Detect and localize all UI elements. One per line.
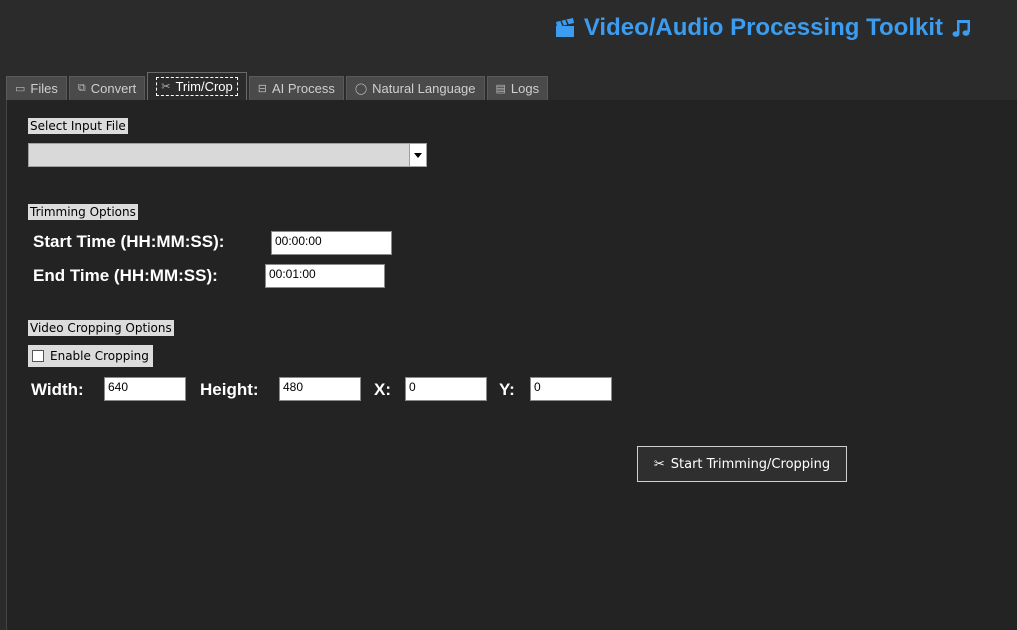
video-cropping-options-label: Video Cropping Options [28,320,174,336]
tab-logs[interactable]: ▤ Logs [486,76,549,100]
trimming-options-label: Trimming Options [28,204,138,220]
end-time-label: End Time (HH:MM:SS): [33,266,218,285]
x-input[interactable]: 0 [405,377,487,401]
log-icon: ▤ [495,83,506,95]
x-label: X: [374,380,391,399]
convert-icon: ⧉ [77,82,86,94]
folder-icon: ▭ [15,83,26,95]
tab-ai-process-label: AI Process [271,81,335,96]
start-time-input[interactable]: 00:00:00 [271,231,392,255]
select-input-file-label: Select Input File [28,118,128,134]
app-title-text: Video/Audio Processing Toolkit [583,14,943,41]
tab-logs-label: Logs [510,81,540,96]
tab-files-label: Files [30,81,58,96]
scissors-icon: ✂ [653,456,665,472]
width-input[interactable]: 640 [104,377,186,401]
music-note-icon [952,20,970,37]
tab-convert-label: Convert [90,81,137,96]
robot-icon: ⊟ [257,83,267,95]
y-label: Y: [499,380,515,399]
tab-files[interactable]: ▭ Files [6,76,67,100]
chevron-down-icon[interactable] [409,144,426,166]
tab-convert[interactable]: ⧉ Convert [68,76,146,100]
tab-trim-crop[interactable]: ✂ Trim/Crop [147,72,247,100]
y-input[interactable]: 0 [530,377,612,401]
start-trimming-cropping-button[interactable]: ✂ Start Trimming/Cropping [637,446,847,482]
scissors-icon: ✂ [161,81,171,93]
tab-natural-language-label: Natural Language [372,81,476,96]
clapperboard-icon [555,18,574,37]
start-trimming-cropping-label: Start Trimming/Cropping [670,456,831,472]
height-input[interactable]: 480 [279,377,361,401]
height-label: Height: [200,380,259,399]
tab-trim-crop-label: Trim/Crop [175,79,233,94]
checkbox-box[interactable] [32,350,44,362]
enable-cropping-checkbox[interactable]: Enable Cropping [28,345,153,367]
tab-natural-language[interactable]: ◯ Natural Language [345,76,485,100]
tab-bar: ▭ Files ⧉ Convert ✂ Trim/Crop ⊟ AI Proce… [6,72,550,100]
start-time-label: Start Time (HH:MM:SS): [33,232,225,251]
width-label: Width: [31,380,84,399]
end-time-input[interactable]: 00:01:00 [265,264,385,288]
input-file-select[interactable] [28,143,427,167]
enable-cropping-label: Enable Cropping [50,349,149,363]
tab-ai-process[interactable]: ⊟ AI Process [248,76,344,100]
trim-crop-panel [6,100,1017,630]
chat-icon: ◯ [354,83,368,95]
app-title: Video/Audio Processing Toolkit [554,14,973,42]
